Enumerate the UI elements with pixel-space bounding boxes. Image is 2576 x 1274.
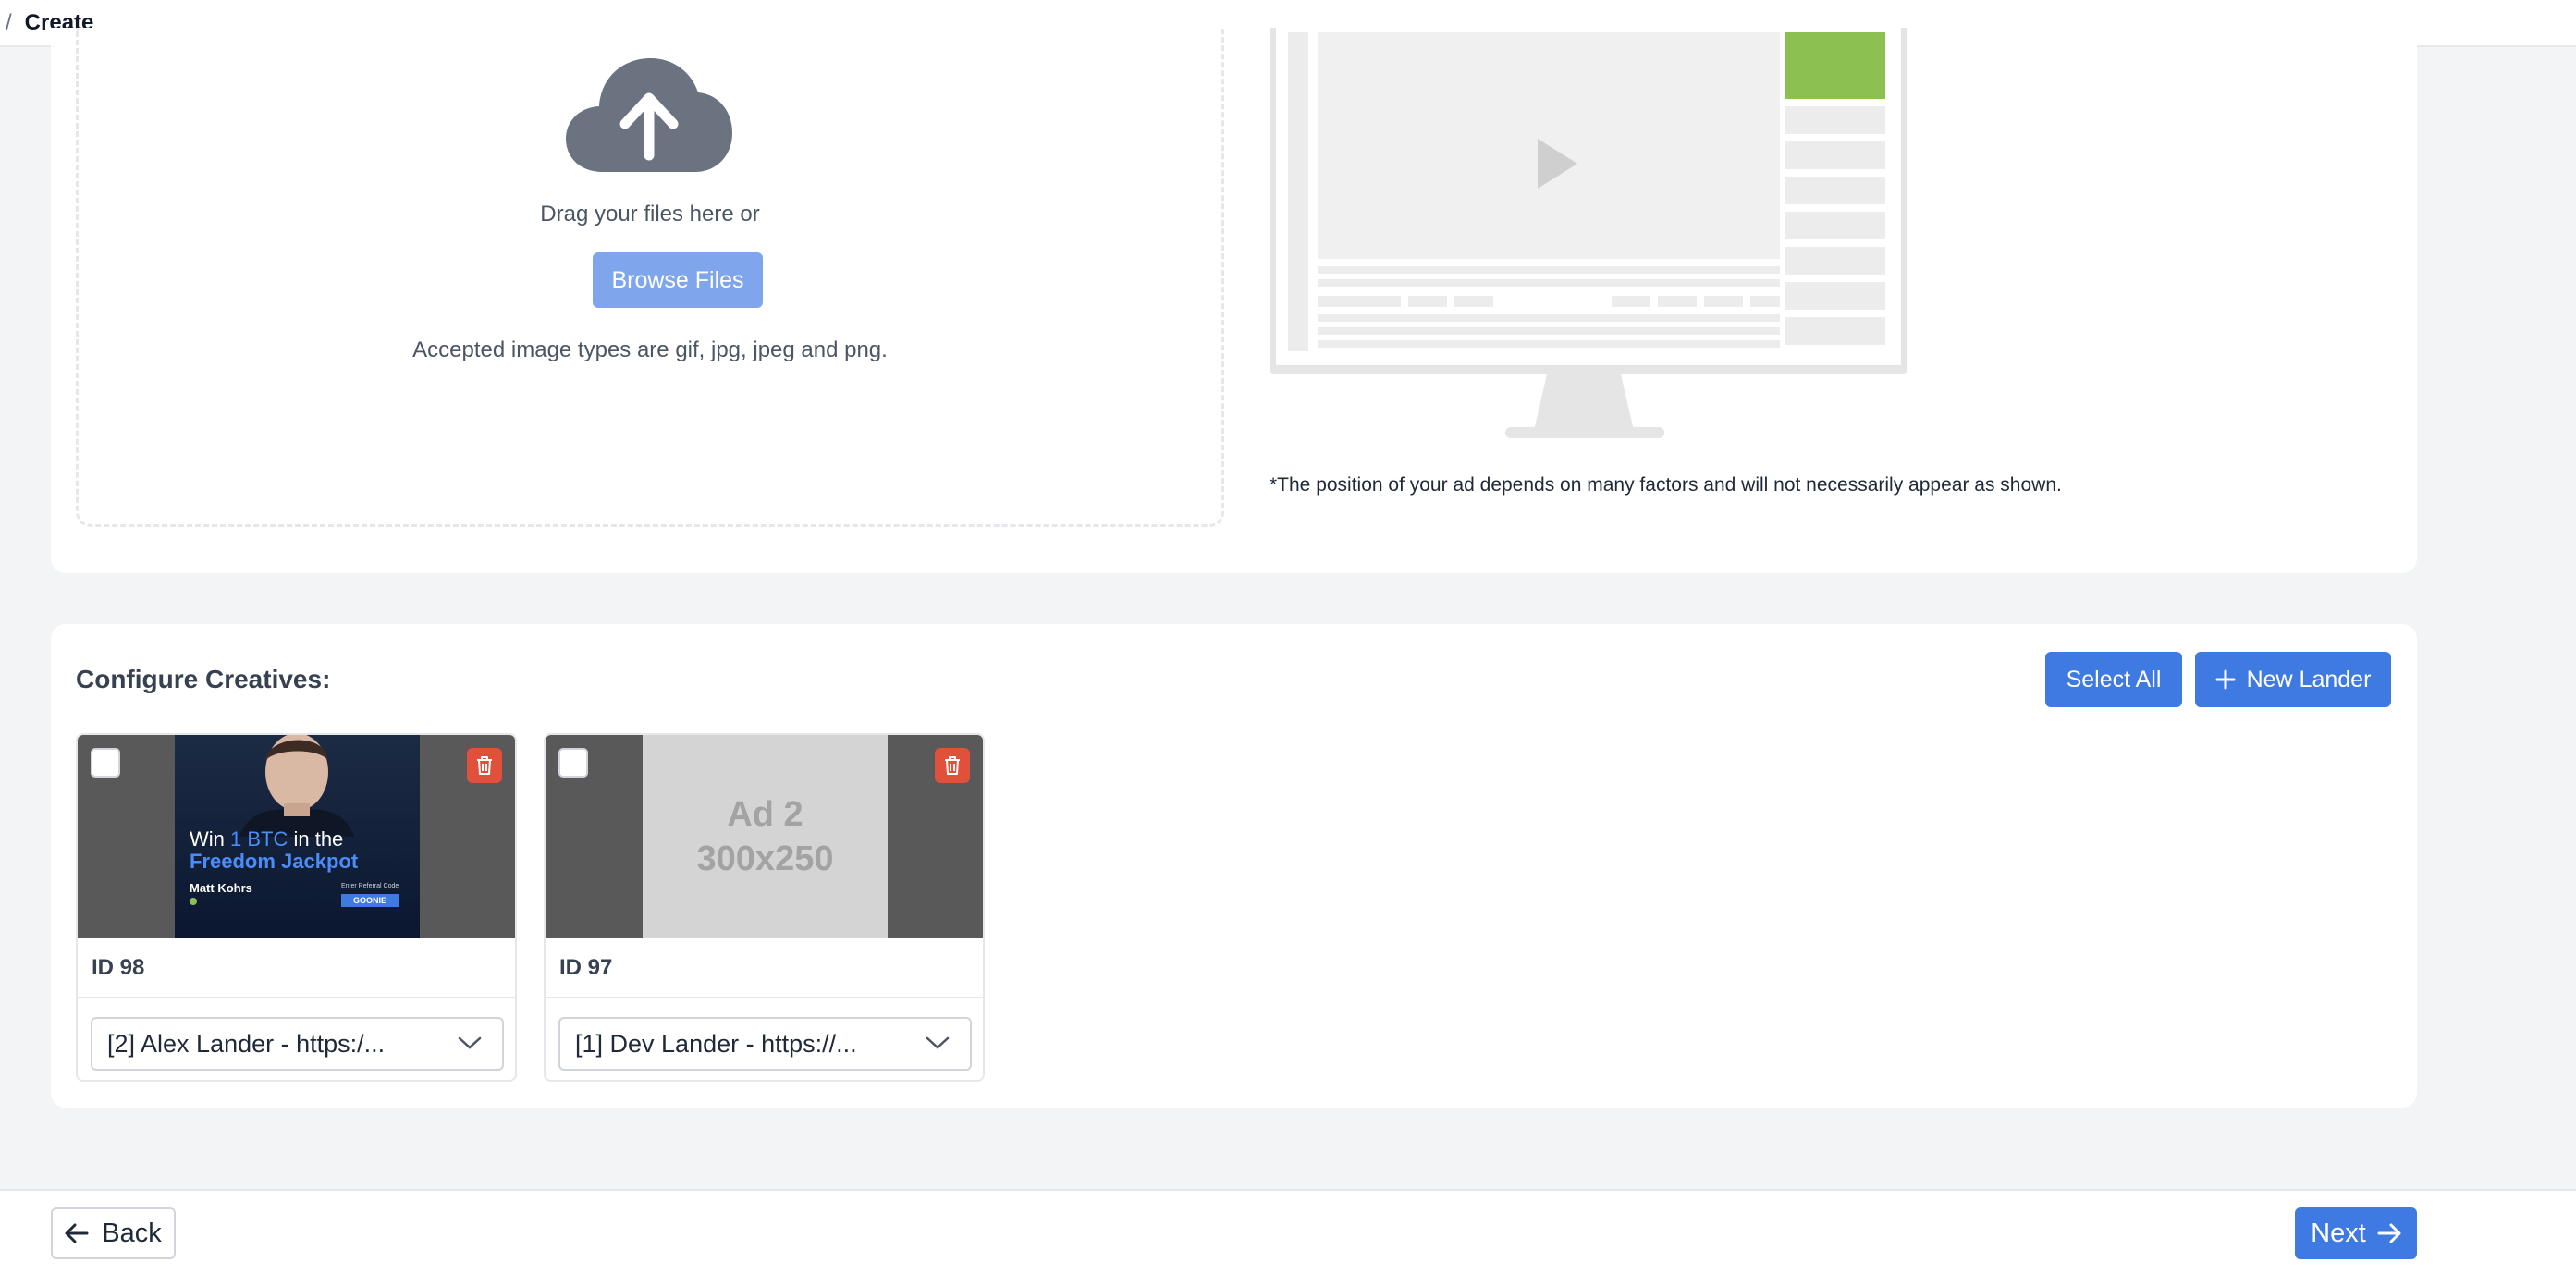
lander-select[interactable]: [2] Alex Lander - https:/... <box>91 1017 504 1071</box>
arrow-right-icon <box>2377 1223 2401 1243</box>
banner-headline: Win 1 BTC in the <box>190 827 344 851</box>
breadcrumb-separator: / <box>6 9 12 35</box>
file-dropzone[interactable]: Drag your files here or Browse Files Acc… <box>76 28 1224 527</box>
browse-files-button[interactable]: Browse Files <box>593 252 763 308</box>
plus-icon <box>2215 669 2236 690</box>
ad-slot-highlight <box>1785 32 1885 99</box>
lander-select-value: [1] Dev Lander - https://... <box>575 1029 857 1058</box>
back-button[interactable]: Back <box>51 1207 176 1259</box>
creative-select-checkbox[interactable] <box>558 748 588 778</box>
new-lander-label: New Lander <box>2246 666 2372 692</box>
arrow-left-icon <box>65 1223 89 1243</box>
chevron-down-icon <box>458 1036 482 1049</box>
trash-icon <box>477 756 492 775</box>
accepted-types-text: Accepted image types are gif, jpg, jpeg … <box>412 337 888 362</box>
delete-creative-button[interactable] <box>935 748 970 783</box>
banner-subheadline: Freedom Jackpot <box>190 850 359 873</box>
drag-files-text: Drag your files here or <box>540 202 760 227</box>
configure-creatives-title: Configure Creatives: <box>76 665 331 693</box>
select-all-button[interactable]: Select All <box>2045 652 2182 707</box>
cloud-upload-icon <box>566 58 732 172</box>
trash-icon <box>945 756 960 775</box>
banner-referral-label: Enter Referral Code <box>341 883 399 889</box>
select-all-label: Select All <box>2066 666 2162 692</box>
back-label: Back <box>102 1218 162 1248</box>
delete-creative-button[interactable] <box>467 748 502 783</box>
creative-card: Win 1 BTC in the Freedom Jackpot Matt Ko… <box>76 733 517 1082</box>
upload-card: Drag your files here or Browse Files Acc… <box>51 28 2417 573</box>
ad-position-preview <box>1270 28 1907 438</box>
creative-select-checkbox[interactable] <box>91 748 120 778</box>
lander-select[interactable]: [1] Dev Lander - https://... <box>558 1017 972 1071</box>
banner-logo-dot <box>190 898 197 905</box>
creative-thumbnail: Win 1 BTC in the Freedom Jackpot Matt Ko… <box>78 735 515 938</box>
creative-thumbnail: Ad 2 300x250 <box>546 735 983 938</box>
banner-image: Ad 2 300x250 <box>643 735 888 938</box>
placeholder-line-1: Ad 2 <box>727 795 803 834</box>
banner-name: Matt Kohrs <box>190 881 252 895</box>
chevron-down-icon <box>926 1036 950 1049</box>
ad-placeholder: Ad 2 300x250 <box>643 735 888 938</box>
creative-id: ID 98 <box>78 938 515 998</box>
banner-image: Win 1 BTC in the Freedom Jackpot Matt Ko… <box>175 735 420 938</box>
footer-bar: Back Next <box>0 1189 2576 1274</box>
placeholder-line-2: 300x250 <box>696 839 834 878</box>
new-lander-button[interactable]: New Lander <box>2195 652 2391 707</box>
creative-id: ID 97 <box>546 938 983 998</box>
banner-referral-code: GOONIE <box>341 894 399 907</box>
ad-position-disclaimer: *The position of your ad depends on many… <box>1270 474 2062 496</box>
creative-card: Ad 2 300x250 ID 97 [1] Dev Lander - http… <box>544 733 985 1082</box>
next-label: Next <box>2311 1218 2366 1248</box>
configure-creatives-card: Configure Creatives: Select All New Land… <box>51 624 2417 1108</box>
next-button[interactable]: Next <box>2295 1207 2417 1259</box>
lander-select-value: [2] Alex Lander - https:/... <box>107 1029 386 1058</box>
